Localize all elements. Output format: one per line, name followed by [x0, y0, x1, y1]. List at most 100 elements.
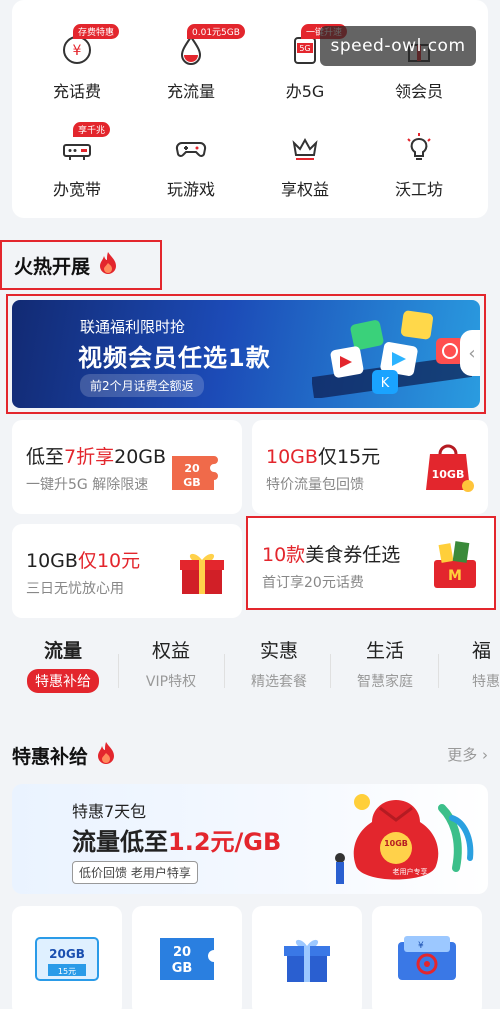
tab-data[interactable]: 流量 特惠补给: [10, 636, 116, 693]
gift-box-icon: [180, 553, 224, 594]
svg-text:老用户专享: 老用户专享: [393, 867, 428, 876]
data-ticket-icon: 20GB 15元: [35, 937, 99, 981]
service-benefits[interactable]: 享权益: [250, 128, 360, 200]
banner-subtitle: 前2个月话费全额返: [80, 374, 204, 397]
flame-icon: [96, 741, 116, 769]
flame-icon: [98, 251, 118, 279]
promo-title: 10GB仅10元: [26, 550, 141, 572]
service-label: 充话费: [52, 82, 101, 101]
svg-text:15元: 15元: [58, 967, 76, 976]
service-label: 沃工坊: [394, 180, 443, 199]
banner-line1: 特惠7天包: [72, 802, 147, 821]
banner-line1: 联通福利限时抢: [80, 318, 186, 336]
service-label: 办宽带: [52, 180, 101, 199]
svg-text:20GB: 20GB: [49, 947, 85, 961]
promo-subtitle: 一键升5G 解除限速: [26, 477, 149, 493]
chevron-right-icon: ›: [482, 746, 488, 764]
7day-pack-banner[interactable]: 特惠7天包 流量低至1.2元/GB 低价回馈 老用户特享 10GB 老用户专享: [12, 784, 488, 894]
data-coupon-icon: 20 GB: [160, 938, 214, 980]
service-recharge-bill[interactable]: ¥ 存费特惠 充话费: [22, 24, 132, 102]
promo-card-food-coupon[interactable]: 10款美食券任选 首订享20元话费 M: [246, 516, 496, 610]
data-drop-icon: 0.01元5GB: [171, 24, 245, 70]
promo-title: 10款美食券任选: [262, 544, 401, 566]
video-apps-illustration: K: [312, 310, 472, 398]
svg-text:10GB: 10GB: [432, 468, 465, 481]
tab-title: 实惠: [259, 640, 298, 662]
tab-title: 生活: [365, 640, 404, 662]
svg-text:¥: ¥: [418, 941, 424, 951]
special-section-header: 特惠补给 更多 ›: [12, 740, 488, 770]
banner-headline: 流量低至1.2元/GB: [72, 828, 282, 856]
svg-text:M: M: [448, 568, 462, 584]
tab-divider: [330, 654, 331, 688]
more-link[interactable]: 更多 ›: [447, 744, 488, 765]
tab-deals[interactable]: 实惠 精选套餐: [226, 636, 332, 691]
product-tile[interactable]: 20 GB: [132, 906, 242, 1009]
tab-subtitle: 智慧家庭: [357, 674, 413, 690]
data-pack-bag-icon: 10GB: [426, 444, 474, 492]
5g-sim-icon: 5G 一键升速: [285, 24, 348, 70]
crown-icon: [285, 128, 325, 168]
tab-title: 福: [472, 640, 492, 662]
promo-title: 低至7折享20GB: [26, 446, 167, 468]
food-coupon-icon: M: [434, 541, 476, 588]
tab-divider: [438, 654, 439, 688]
svg-text:GB: GB: [172, 961, 193, 976]
svg-text:5G: 5G: [299, 44, 310, 53]
banner-next-arrow[interactable]: ‹: [460, 330, 480, 376]
promo-subtitle: 首订享20元话费: [262, 575, 364, 591]
router-icon: 享千兆: [57, 122, 111, 168]
service-label: 领会员: [394, 82, 443, 101]
category-tabs: 流量 特惠补给 权益 VIP特权 实惠 精选套餐 生活 智慧家庭 福 特惠: [0, 636, 500, 702]
tab-subtitle: 精选套餐: [251, 674, 307, 690]
banner-background: 联通福利限时抢 视频会员任选1款 前2个月话费全额返 K ‹: [12, 300, 480, 408]
video-member-banner[interactable]: 联通福利限时抢 视频会员任选1款 前2个月话费全额返 K ‹: [6, 294, 486, 414]
svg-text:K: K: [381, 376, 390, 391]
promo-subtitle: 特价流量包回馈: [266, 477, 364, 493]
service-broadband[interactable]: 享千兆 办宽带: [22, 122, 132, 200]
tab-title: 流量: [43, 640, 82, 662]
svg-text:¥: ¥: [73, 43, 82, 59]
section-title: 特惠补给: [12, 745, 89, 768]
product-tile[interactable]: ¥: [372, 906, 482, 1009]
service-label: 办5G: [285, 82, 325, 101]
service-tag: 存费特惠: [73, 24, 120, 39]
money-bag-illustration: 10GB 老用户专享: [335, 794, 474, 884]
tab-subtitle: VIP特权: [145, 674, 197, 690]
product-tile[interactable]: 20GB 15元: [12, 906, 122, 1009]
tab-life[interactable]: 生活 智慧家庭: [332, 636, 438, 691]
product-tile[interactable]: [252, 906, 362, 1009]
gift-box-icon: [284, 939, 330, 982]
tab-welfare[interactable]: 福 特惠: [444, 636, 500, 691]
service-label: 充流量: [166, 82, 215, 101]
tab-divider: [224, 654, 225, 688]
watermark: speed-owl.com: [320, 26, 476, 66]
service-label: 玩游戏: [166, 180, 215, 199]
service-recharge-data[interactable]: 0.01元5GB 充流量: [136, 24, 246, 102]
service-games[interactable]: 玩游戏: [136, 128, 246, 200]
phone-bill-icon: ¥ 存费特惠: [57, 24, 120, 70]
banner-tag: 低价回馈 老用户特享: [72, 861, 198, 884]
tab-title: 权益: [151, 640, 190, 662]
promo-title: 10GB仅15元: [266, 446, 381, 468]
promo-card-5g-upgrade[interactable]: 低至7折享20GB 一键升5G 解除限速 20 GB: [12, 420, 242, 514]
svg-text:10GB: 10GB: [384, 839, 408, 848]
tab-subtitle: 特惠补给: [27, 669, 99, 693]
service-workshop[interactable]: 沃工坊: [364, 128, 474, 200]
service-tag: 0.01元5GB: [187, 24, 245, 39]
promo-subtitle: 三日无忧放心用: [26, 581, 124, 597]
promo-card-10gb-15[interactable]: 10GB仅15元 特价流量包回馈 10GB: [252, 420, 488, 514]
data-coupon-icon: 20 GB: [172, 456, 218, 490]
svg-text:GB: GB: [183, 476, 200, 489]
section-title: 火热开展: [14, 255, 91, 278]
svg-text:20: 20: [173, 945, 191, 960]
svg-text:20: 20: [184, 462, 200, 475]
hot-section-header: 火热开展: [0, 240, 162, 290]
service-tag: 享千兆: [73, 122, 111, 137]
tab-subtitle: 特惠: [472, 674, 500, 690]
lightbulb-icon: [399, 128, 439, 168]
gamepad-icon: [171, 128, 211, 168]
banner-headline: 视频会员任选1款: [78, 344, 271, 372]
promo-card-10gb-10[interactable]: 10GB仅10元 三日无忧放心用: [12, 524, 242, 618]
tab-benefits[interactable]: 权益 VIP特权: [118, 636, 224, 691]
